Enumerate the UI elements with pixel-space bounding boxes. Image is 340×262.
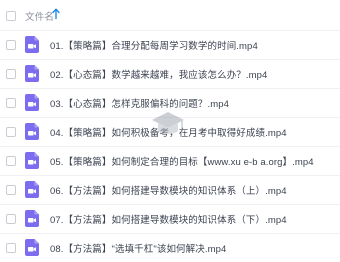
- file-row[interactable]: 07.【方法篇】如何搭建导数模块的知识体系（下）.mp4: [0, 204, 340, 233]
- file-name[interactable]: 06.【方法篇】如何搭建导数模块的知识体系（上）.mp4: [50, 183, 287, 197]
- row-checkbox[interactable]: [6, 40, 16, 50]
- row-checkbox[interactable]: [6, 156, 16, 166]
- file-row[interactable]: 01.【策略篇】合理分配每周学习数学的时间.mp4: [0, 30, 340, 59]
- file-row[interactable]: 05.【策略篇】如何制定合理的目标【www.xu e-b a.org】.mp4: [0, 146, 340, 175]
- column-header-filename[interactable]: 文件名: [25, 9, 54, 23]
- video-icon: [25, 65, 39, 82]
- file-row[interactable]: 08.【方法篇】"选填千杠"该如何解决.mp4: [0, 233, 340, 262]
- file-list-header: 文件名: [0, 0, 340, 30]
- video-icon: [25, 239, 39, 256]
- video-icon: [25, 210, 39, 227]
- row-checkbox[interactable]: [6, 69, 16, 79]
- file-name[interactable]: 07.【方法篇】如何搭建导数模块的知识体系（下）.mp4: [50, 212, 287, 226]
- row-checkbox[interactable]: [6, 185, 16, 195]
- video-icon: [25, 181, 39, 198]
- row-checkbox[interactable]: [6, 98, 16, 108]
- file-name[interactable]: 03.【心态篇】怎样克服偏科的问题？.mp4: [50, 96, 229, 110]
- row-checkbox[interactable]: [6, 214, 16, 224]
- file-name[interactable]: 01.【策略篇】合理分配每周学习数学的时间.mp4: [50, 38, 258, 52]
- select-all-checkbox[interactable]: [6, 11, 16, 21]
- row-checkbox[interactable]: [6, 127, 16, 137]
- video-icon: [25, 36, 39, 53]
- arrow-up-icon[interactable]: [52, 8, 60, 20]
- file-name[interactable]: 05.【策略篇】如何制定合理的目标【www.xu e-b a.org】.mp4: [50, 154, 314, 168]
- video-icon: [25, 123, 39, 140]
- video-icon: [25, 94, 39, 111]
- file-row[interactable]: 06.【方法篇】如何搭建导数模块的知识体系（上）.mp4: [0, 175, 340, 204]
- graduation-cap-icon: [152, 112, 184, 134]
- file-name[interactable]: 08.【方法篇】"选填千杠"该如何解决.mp4: [50, 241, 226, 255]
- file-row[interactable]: 02.【心态篇】数学越来越难，我应该怎么办？.mp4: [0, 59, 340, 88]
- file-name[interactable]: 02.【心态篇】数学越来越难，我应该怎么办？.mp4: [50, 67, 267, 81]
- video-icon: [25, 152, 39, 169]
